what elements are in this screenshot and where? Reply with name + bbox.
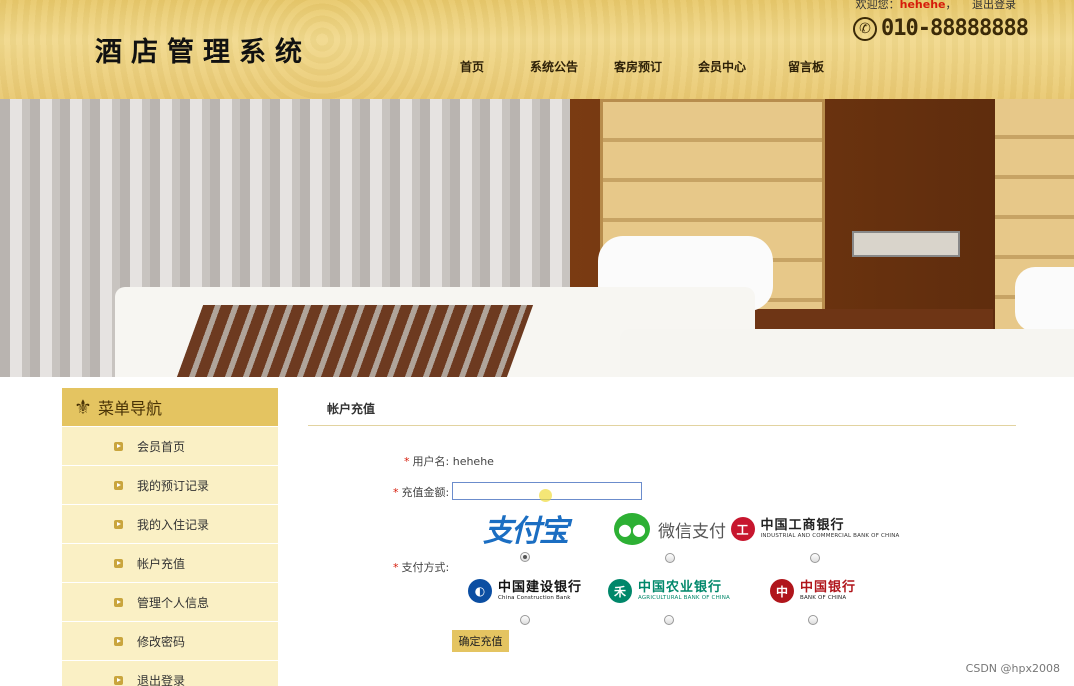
required-marker: * — [404, 455, 410, 468]
site-header: 酒店管理系统 欢迎您：hehehe， 退出登录 ✆ 010-88888888 首… — [0, 0, 1074, 99]
arrow-bullet-icon — [114, 597, 123, 607]
ccb-radio[interactable] — [520, 615, 530, 625]
sidebar: ⚜ 菜单导航 会员首页 我的预订记录 我的入住记录 帐户充值 管理个人信息 修改… — [62, 388, 278, 686]
boc-logo: 中 中国银行 BANK OF CHINA — [769, 574, 856, 608]
arrow-bullet-icon — [114, 519, 123, 529]
hotel-room-banner — [0, 99, 1074, 377]
page-title: 帐户充值 — [327, 402, 376, 416]
banner-pillow-right — [1015, 267, 1074, 332]
wechat-pay-text: 微信支付 — [658, 521, 726, 542]
sidebar-item-label: 会员首页 — [137, 439, 186, 454]
sidebar-item-label: 我的预订记录 — [137, 478, 210, 493]
payment-option-boc[interactable]: 中 中国银行 BANK OF CHINA — [745, 574, 881, 625]
main-nav: 首页 系统公告 客房预订 会员中心 留言板 — [0, 58, 1074, 78]
icbc-radio[interactable] — [810, 553, 820, 563]
arrow-bullet-icon — [114, 675, 123, 685]
payment-option-ccb[interactable]: ◐ 中国建设银行 China Construction Bank — [457, 574, 593, 625]
username-value: hehehe — [452, 455, 494, 468]
icbc-name: 中国工商银行 — [760, 517, 845, 533]
icbc-name-en: INDUSTRIAL AND COMMERCIAL BANK OF CHINA — [760, 532, 900, 539]
amount-label-row: * 充值金额: — [393, 484, 449, 500]
icbc-icon: 工 — [730, 517, 755, 541]
username-row: * 用户名: hehehe — [404, 453, 494, 469]
nav-booking[interactable]: 客房预订 — [614, 58, 662, 75]
payment-label: 支付方式: — [401, 561, 450, 574]
ccb-name-en: China Construction Bank — [497, 594, 571, 601]
csdn-watermark: CSDN @hpx2008 — [965, 662, 1060, 675]
nav-home[interactable]: 首页 — [460, 58, 484, 75]
welcome-label: 欢迎您： — [855, 0, 900, 11]
payment-option-alipay[interactable]: 支付宝 — [466, 511, 584, 562]
arrow-bullet-icon — [114, 441, 123, 451]
sidebar-item-label: 管理个人信息 — [137, 595, 210, 610]
wechat-radio[interactable] — [665, 553, 675, 563]
phone-number: 010-88888888 — [881, 16, 1029, 41]
icbc-logo: 工 中国工商银行 INDUSTRIAL AND COMMERCIAL BANK O… — [730, 512, 900, 546]
user-bar: 欢迎您：hehehe， 退出登录 — [856, 0, 1016, 12]
wechat-icon: ●● — [614, 513, 650, 545]
abc-logo: 禾 中国农业银行 AGRICULTURAL BANK OF CHINA — [607, 574, 731, 608]
mouse-cursor-highlight — [539, 489, 552, 502]
title-divider — [308, 425, 1016, 426]
sidebar-header: ⚜ 菜单导航 — [62, 388, 278, 426]
phone-icon: ✆ — [853, 16, 877, 41]
arrow-bullet-icon — [114, 558, 123, 568]
sidebar-item-logout[interactable]: 退出登录 — [62, 660, 278, 686]
sidebar-item-my-stays[interactable]: 我的入住记录 — [62, 504, 278, 543]
username-link[interactable]: hehehe — [900, 0, 946, 11]
page: 酒店管理系统 欢迎您：hehehe， 退出登录 ✆ 010-88888888 首… — [0, 0, 1074, 686]
abc-radio[interactable] — [664, 615, 674, 625]
payment-option-icbc[interactable]: 工 中国工商银行 INDUSTRIAL AND COMMERCIAL BANK O… — [730, 512, 899, 563]
payment-option-abc[interactable]: 禾 中国农业银行 AGRICULTURAL BANK OF CHINA — [601, 574, 737, 625]
abc-name-en: AGRICULTURAL BANK OF CHINA — [637, 594, 731, 601]
arrow-bullet-icon — [114, 636, 123, 646]
abc-name: 中国农业银行 — [637, 579, 722, 595]
required-marker: * — [393, 561, 399, 574]
boc-name: 中国银行 — [799, 579, 856, 595]
ccb-name: 中国建设银行 — [497, 579, 582, 595]
banner-switch-panel — [852, 231, 960, 257]
alipay-wordmark: 支付宝 — [483, 514, 569, 549]
boc-radio[interactable] — [808, 615, 818, 625]
sidebar-item-my-bookings[interactable]: 我的预订记录 — [62, 465, 278, 504]
fleur-de-lis-icon: ⚜ — [74, 395, 92, 419]
sidebar-item-label: 修改密码 — [137, 634, 186, 649]
boc-icon: 中 — [769, 579, 794, 603]
abc-icon: 禾 — [607, 579, 632, 603]
sidebar-title: 菜单导航 — [97, 399, 162, 418]
username-label: 用户名: — [412, 455, 450, 468]
sidebar-item-label: 退出登录 — [137, 673, 186, 686]
hotline: ✆ 010-88888888 — [853, 16, 1029, 41]
alipay-radio[interactable] — [520, 552, 530, 562]
ccb-icon: ◐ — [467, 579, 492, 603]
sidebar-item-label: 我的入住记录 — [137, 517, 210, 532]
banner-bed-runner — [176, 305, 534, 377]
sidebar-item-member-home[interactable]: 会员首页 — [62, 426, 278, 465]
alipay-logo: 支付宝 — [483, 511, 569, 549]
wechat-pay-logo: ●● 微信支付 — [614, 512, 726, 546]
comma-separator: ， — [945, 0, 957, 11]
nav-member-center[interactable]: 会员中心 — [698, 58, 746, 75]
arrow-bullet-icon — [114, 480, 123, 490]
nav-announcements[interactable]: 系统公告 — [530, 58, 578, 75]
required-marker: * — [393, 486, 399, 499]
boc-name-en: BANK OF CHINA — [799, 594, 847, 601]
sidebar-item-change-password[interactable]: 修改密码 — [62, 621, 278, 660]
payment-label-row: * 支付方式: — [393, 559, 449, 575]
sidebar-item-recharge[interactable]: 帐户充值 — [62, 543, 278, 582]
payment-option-wechat[interactable]: ●● 微信支付 — [605, 512, 735, 563]
ccb-logo: ◐ 中国建设银行 China Construction Bank — [467, 574, 582, 608]
logout-link[interactable]: 退出登录 — [972, 0, 1016, 11]
nav-guestbook[interactable]: 留言板 — [788, 58, 824, 75]
confirm-recharge-button[interactable]: 确定充值 — [452, 630, 509, 652]
sidebar-item-label: 帐户充值 — [137, 556, 186, 571]
banner-bed-right — [620, 329, 1074, 377]
amount-label: 充值金额: — [401, 486, 450, 499]
sidebar-item-profile[interactable]: 管理个人信息 — [62, 582, 278, 621]
